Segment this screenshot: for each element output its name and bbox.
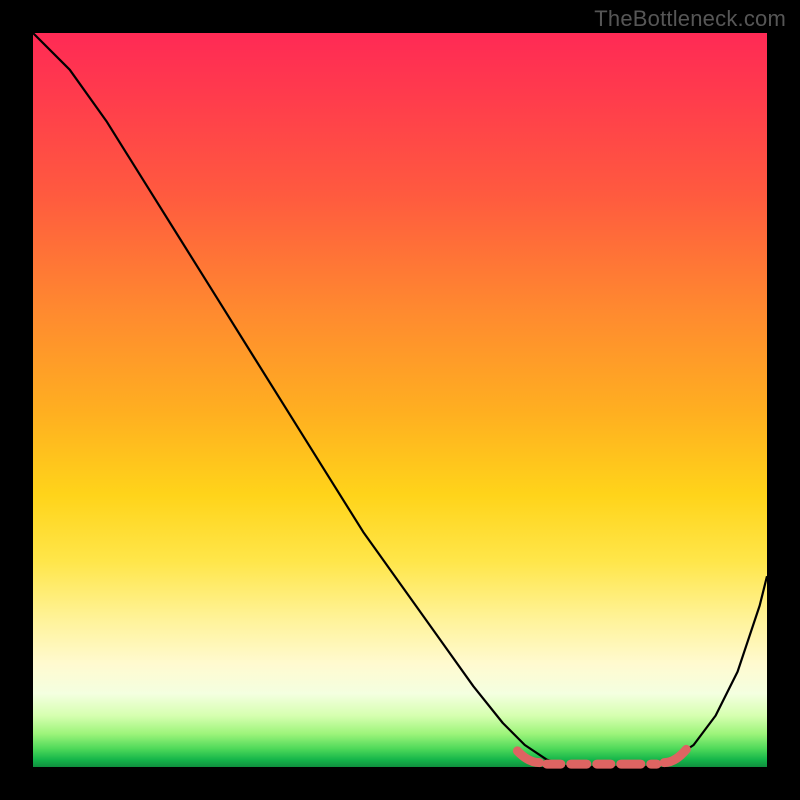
trough-marker-right xyxy=(664,749,686,762)
chart-frame: TheBottleneck.com xyxy=(0,0,800,800)
plot-area xyxy=(33,33,767,767)
attribution-text: TheBottleneck.com xyxy=(594,6,786,32)
curve-svg xyxy=(33,33,767,767)
bottleneck-curve xyxy=(33,33,767,767)
